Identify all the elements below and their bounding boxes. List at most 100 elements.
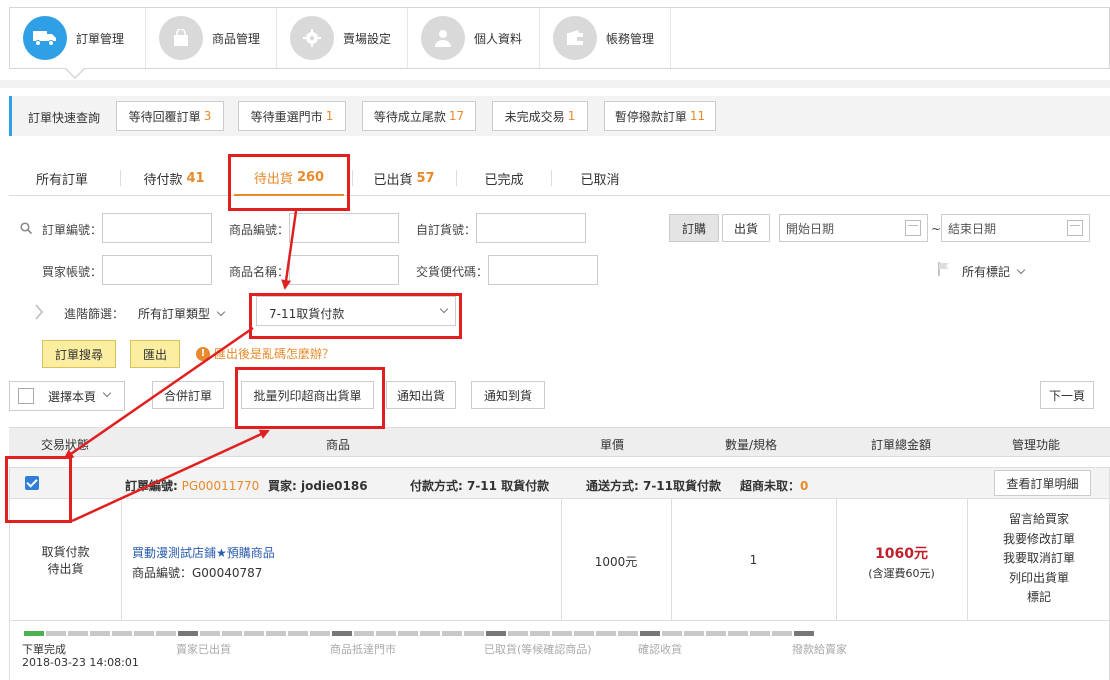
tab-completed[interactable]: 已完成 [459, 160, 549, 196]
product-name-label: 商品名稱： [229, 265, 290, 279]
message-buyer-link[interactable]: 留言給買家 [967, 510, 1110, 530]
chevron-down-icon [1016, 265, 1026, 275]
next-page-button[interactable]: 下一頁 [1040, 381, 1094, 409]
end-date-input[interactable]: 結束日期 [941, 214, 1090, 242]
calendar-icon [905, 220, 921, 236]
col-manage: 管理功能 [1012, 438, 1061, 452]
product-link[interactable]: 買動漫測試店鋪★預購商品 [132, 543, 275, 563]
mark-filter-value: 所有標記 [962, 265, 1011, 279]
select-page-dropdown[interactable]: 選擇本頁 [9, 381, 125, 411]
quick-btn-final-payment[interactable]: 等待成立尾款 17 [362, 101, 476, 131]
store-unclaimed-count: 0 [800, 479, 809, 493]
col-total: 訂單總金額 [871, 438, 932, 452]
product-name-input[interactable] [289, 255, 399, 285]
person-icon [421, 16, 465, 60]
select-page-checkbox[interactable] [18, 388, 34, 404]
advanced-filter-label: 進階篩選： [64, 307, 125, 321]
progress-segment [24, 631, 44, 636]
notify-ship-button[interactable]: 通知出貨 [386, 381, 456, 409]
order-progress: 下單完成 賣家已出貨 商品抵達門市 已取貨(等候確認商品) 確認收貨 撥款給賣家… [9, 621, 1110, 680]
button-label: 訂單搜尋 [54, 347, 103, 362]
progress-segment [574, 631, 594, 636]
annotation-box-payment-select [249, 293, 462, 339]
order-payment: 付款方式: 7-11 取貨付款 [410, 479, 550, 493]
export-button[interactable]: 匯出 [130, 340, 180, 368]
store-unclaimed: 超商未取：0 [740, 477, 808, 494]
tab-divider [551, 170, 552, 186]
nav-accounting[interactable]: 帳務管理 [540, 8, 671, 68]
nav-profile[interactable]: 個人資料 [408, 8, 540, 68]
col-status: 交易狀態 [41, 438, 90, 452]
cancel-order-link[interactable]: 我要取消訂單 [967, 549, 1110, 569]
quick-btn-reselect-store[interactable]: 等待重選門市 1 [238, 101, 346, 131]
pickup-code-label: 交貨便代碼： [416, 265, 489, 279]
status-line: 取貨付款 [41, 545, 90, 559]
quick-btn-count: 1 [567, 109, 576, 123]
nav-caret [66, 68, 84, 77]
date-type-ship-button[interactable]: 出貨 [722, 214, 770, 242]
tab-all[interactable]: 所有訂單 [17, 160, 107, 196]
tab-cancelled[interactable]: 已取消 [555, 160, 645, 196]
print-shipping-link[interactable]: 列印出貨單 [967, 569, 1110, 589]
quick-btn-incomplete[interactable]: 未完成交易 1 [492, 101, 588, 131]
order-no-input[interactable] [102, 213, 212, 243]
custom-no-input[interactable] [476, 213, 586, 243]
button-label: 訂購 [681, 221, 706, 236]
quick-btn-count: 11 [689, 109, 706, 123]
order-number-link[interactable]: PG00011770 [182, 479, 260, 493]
nav-order-management[interactable]: 訂單管理 [10, 8, 146, 68]
progress-segment [46, 631, 66, 636]
progress-segment [112, 631, 132, 636]
quick-btn-label: 等待回覆訂單 [128, 109, 201, 124]
total-amount: 1060元 [875, 546, 928, 562]
quick-btn-label: 暫停撥款訂單 [614, 109, 687, 124]
export-help-link[interactable]: ! 匯出後是亂碼怎麼辦？ [196, 345, 334, 362]
nav-label: 賣場設定 [343, 31, 392, 46]
status-line: 待出貨 [47, 562, 84, 576]
progress-segment [156, 631, 176, 636]
mark-link[interactable]: 標記 [967, 588, 1110, 608]
date-type-order-button[interactable]: 訂購 [669, 214, 719, 242]
start-date-input[interactable]: 開始日期 [779, 214, 928, 242]
nav-label: 帳務管理 [606, 31, 655, 46]
edit-order-link[interactable]: 我要修改訂單 [967, 530, 1110, 550]
progress-timestamp: 2018-03-23 14:08:01 [22, 656, 139, 669]
order-search-button[interactable]: 訂單搜尋 [42, 340, 116, 368]
quick-btn-count: 17 [448, 109, 465, 123]
store-unclaimed-label: 超商未取： [740, 479, 801, 493]
total-note: (含運費60元) [868, 567, 935, 580]
unit-price: 1000元 [594, 555, 638, 569]
annotation-box-pending-tab [228, 154, 350, 211]
end-date-placeholder: 結束日期 [948, 221, 997, 236]
progress-segment [222, 631, 242, 636]
tab-divider [456, 170, 457, 186]
pickup-code-input[interactable] [488, 255, 598, 285]
tab-label: 已出貨 [373, 172, 413, 188]
tab-pending-payment[interactable]: 待付款 41 [129, 160, 219, 196]
section-divider [0, 80, 1110, 88]
chevron-right-icon[interactable] [34, 304, 44, 320]
merge-orders-button[interactable]: 合併訂單 [152, 381, 224, 409]
button-label: 匯出 [142, 347, 167, 362]
order-number: 訂單編號: PG00011770 [125, 477, 259, 494]
nav-product-management[interactable]: 商品管理 [146, 8, 277, 68]
quick-btn-paused-payout[interactable]: 暫停撥款訂單 11 [604, 101, 716, 131]
mark-filter-select[interactable]: 所有標記 [962, 263, 1026, 280]
progress-segment [794, 631, 814, 636]
notify-arrive-button[interactable]: 通知到貨 [471, 381, 545, 409]
button-label: 通知出貨 [396, 388, 445, 403]
order-type-select[interactable]: 所有訂單類型 [138, 305, 226, 322]
tab-shipped[interactable]: 已出貨 57 [359, 160, 449, 196]
progress-segment [310, 631, 330, 636]
buyer-input[interactable] [102, 255, 212, 285]
view-order-detail-button[interactable]: 查看訂單明細 [994, 470, 1091, 496]
order-type-value: 所有訂單類型 [138, 307, 211, 321]
progress-segment [486, 631, 506, 636]
nav-store-settings[interactable]: 賣場設定 [277, 8, 408, 68]
annotation-box-batch-print [235, 367, 385, 429]
order-tabs: 所有訂單 待付款 41 待出貨 260 已出貨 57 已完成 已取消 [9, 160, 1110, 196]
product-no-input[interactable] [289, 213, 399, 243]
progress-segment [706, 631, 726, 636]
quick-btn-awaiting-reply[interactable]: 等待回覆訂單 3 [116, 101, 224, 131]
progress-segment [178, 631, 198, 636]
